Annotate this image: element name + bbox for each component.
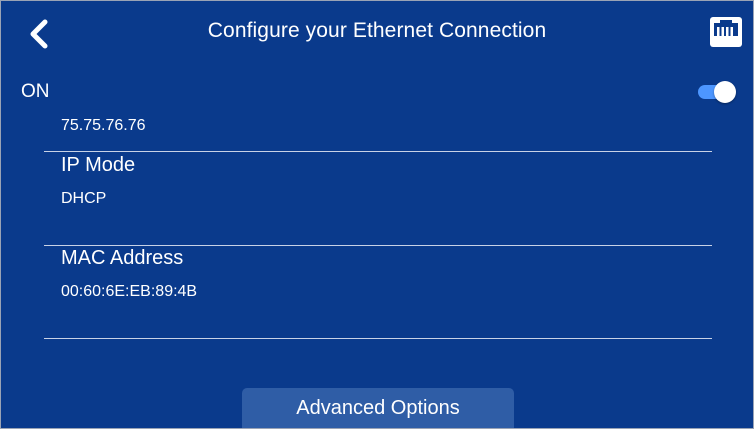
ethernet-toggle-switch[interactable] [698, 81, 736, 103]
list-item-mac-address[interactable]: MAC Address 00:60:6E:EB:89:4B [1, 192, 753, 300]
ip-mode-label: IP Mode [61, 154, 136, 176]
list-item-ip-mode[interactable]: IP Mode DHCP [1, 119, 753, 207]
mac-address-label: MAC Address [61, 247, 184, 269]
page-title: Configure your Ethernet Connection [207, 19, 547, 42]
mac-address-value: 00:60:6E:EB:89:4B [61, 283, 198, 300]
settings-list[interactable]: 75.75.76.76 IP Mode DHCP MAC Address 00:… [1, 119, 753, 379]
ethernet-config-screen: Configure your Ethernet Connection ON 75… [0, 0, 754, 429]
ethernet-port-icon [710, 17, 742, 47]
advanced-options-button[interactable]: Advanced Options [242, 388, 514, 428]
toggle-knob [714, 81, 736, 103]
ethernet-toggle-label: ON [21, 81, 50, 102]
divider [44, 338, 712, 339]
ethernet-status-button[interactable] [709, 16, 743, 48]
